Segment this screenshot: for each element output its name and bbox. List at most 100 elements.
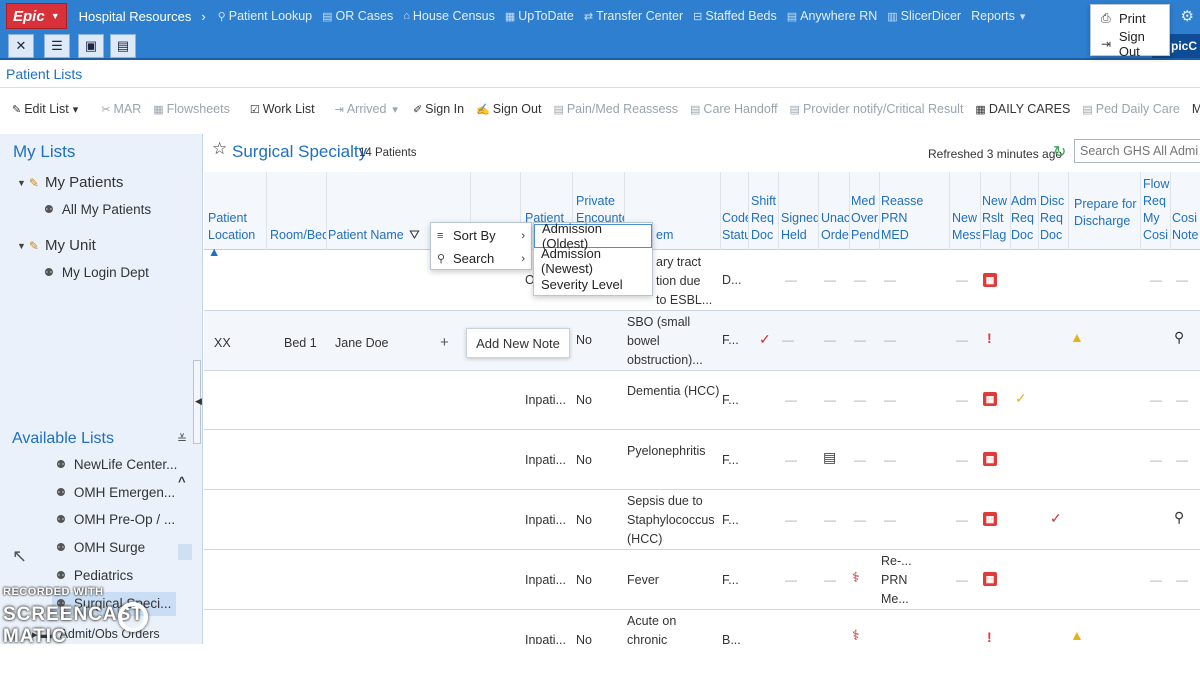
epic-label: Epic [13, 7, 45, 25]
cosign-person-icon[interactable]: ⚲ [1174, 329, 1184, 346]
sidebar-group-my-patients[interactable]: ▼ ✎ My Patients [17, 174, 123, 191]
cell-patient-location: XX [214, 336, 231, 350]
col-prepare-discharge[interactable]: Prepare for Discharge [1074, 196, 1140, 230]
gear-icon[interactable]: ⚙ [1181, 7, 1194, 25]
sort-admission-newest[interactable]: Admission (Newest) [534, 246, 652, 276]
provider-notify-button[interactable]: ▤ Provider notify/Critical Result [790, 102, 964, 116]
more-button[interactable]: More▾ [1192, 102, 1200, 116]
warning-icon[interactable]: ▲ [1070, 627, 1084, 643]
sign-in-button[interactable]: ✐ Sign In [413, 102, 464, 116]
sidebar-item-my-login-dept[interactable]: ⚉ My Login Dept [44, 265, 149, 280]
print-menu-item[interactable]: ⎙ Print [1091, 5, 1169, 31]
nav-patient-lookup[interactable]: ⚲ Patient Lookup [218, 9, 312, 23]
people-icon: ⚉ [44, 204, 54, 216]
result-flag-icon[interactable]: ▦ [983, 452, 997, 466]
nav-transfer-center[interactable]: ⇄ Transfer Center [584, 9, 683, 23]
scrollbar[interactable] [178, 544, 192, 560]
table-row[interactable]: Inpati... No Pyelonephritis F... — ▤ — —… [204, 430, 1200, 490]
add-new-note-button[interactable]: Add New Note [466, 328, 570, 358]
alert-icon[interactable]: ! [987, 330, 992, 346]
chevron-right-icon: › [521, 229, 525, 242]
result-flag-icon[interactable]: ▦ [983, 512, 997, 526]
col-cosign-note[interactable]: Cosi Note [1172, 210, 1200, 244]
sidebar-item-omh-pre-op[interactable]: ⚉ OMH Pre-Op / ... [56, 512, 175, 527]
col-adm-req-doc[interactable]: Adm Req Doc [1011, 193, 1039, 244]
table-row[interactable]: Inpati... No Sepsis due to Staphylococcu… [204, 490, 1200, 550]
collapse-arrow-icon[interactable]: ◀ [195, 396, 202, 407]
epic-menu-button[interactable]: Epic ▼ [6, 3, 67, 29]
col-room-bed[interactable]: Room/Bed [270, 227, 326, 244]
sidebar-group-my-unit[interactable]: ▼ ✎ My Unit [17, 237, 96, 254]
daily-cares-button[interactable]: ▦ DAILY CARES [975, 102, 1070, 116]
col-flow-req-cosign[interactable]: Flow Req My Cosi [1143, 176, 1171, 250]
sort-severity-level[interactable]: Severity Level [534, 272, 652, 296]
empty-dash: — [1150, 273, 1162, 287]
refresh-icon[interactable]: ↻ [1053, 142, 1066, 162]
cosign-person-icon[interactable]: ⚲ [1174, 509, 1184, 526]
col-problem[interactable]: em [656, 227, 716, 244]
col-disc-req-doc[interactable]: Disc Req Doc [1040, 193, 1068, 244]
edit-list-button[interactable]: ✎ Edit List ▾ [12, 102, 81, 116]
search-menu-item[interactable]: ⚲ Search › [431, 247, 531, 270]
schedule-icon[interactable]: ▣ [78, 34, 104, 58]
clipboard-icon[interactable]: ▤ [823, 449, 836, 466]
table-row[interactable]: XX Bed 1 Jane Doe No SBO (small bowel ob… [204, 311, 1200, 371]
col-code-status[interactable]: Code Status [722, 210, 748, 244]
sidebar-item-omh-emergency[interactable]: ⚉ OMH Emergen... [56, 485, 175, 500]
col-med-overdue[interactable]: Med Over Pend [851, 193, 879, 244]
col-shift-req-doc[interactable]: Shift Req Doc [751, 193, 777, 244]
sort-by-menu-item[interactable]: ≡ Sort By › [431, 224, 531, 247]
sidebar-item-pediatrics[interactable]: ⚉ Pediatrics [56, 568, 133, 583]
filter-icon[interactable]: ⛛ [409, 227, 420, 243]
tools-icon[interactable]: ✕ [8, 34, 34, 58]
table-row[interactable]: Inpati... No Fever F... — — ⚕ Re-... PRN… [204, 550, 1200, 610]
col-unack-orders[interactable]: Unack Orders [821, 210, 849, 244]
nav-house-census[interactable]: ⌂ House Census [403, 9, 495, 23]
empty-dash: — [1176, 573, 1188, 587]
medication-overdue-icon[interactable]: ⚕ [852, 569, 860, 586]
col-reassess-prn[interactable]: Reasse PRN MED [881, 193, 923, 244]
double-chevron-down-icon[interactable]: ≚ [177, 432, 187, 446]
breadcrumb-hospital-resources[interactable]: Hospital Resources [79, 9, 192, 24]
nav-staffed-beds[interactable]: ⊟ Staffed Beds [693, 9, 777, 23]
nav-or-cases[interactable]: ▤ OR Cases [322, 9, 393, 23]
warning-icon[interactable]: ▲ [1070, 329, 1084, 345]
result-flag-icon[interactable]: ▦ [983, 392, 997, 406]
star-icon[interactable]: ☆ [212, 139, 227, 159]
sign-out-menu-item[interactable]: ⇥ Sign Out [1091, 29, 1169, 59]
patient-list-icon[interactable]: ☰ [44, 34, 70, 58]
col-new-messages[interactable]: New Mess [952, 210, 980, 244]
nav-reports[interactable]: Reports ▾ [971, 9, 1028, 23]
cell-problem: Acute on chronic systolic [627, 614, 677, 644]
add-note-plus-icon[interactable]: + [440, 334, 449, 351]
mar-button[interactable]: ✂ MAR [101, 102, 141, 116]
nav-slicerdicer[interactable]: ▥ SlicerDicer [887, 9, 961, 23]
alert-icon[interactable]: ! [987, 629, 992, 644]
ped-daily-care-button[interactable]: ▤ Ped Daily Care [1082, 102, 1179, 116]
flowsheets-button[interactable]: ▦ Flowsheets [153, 102, 230, 116]
table-row[interactable]: O ary tract tion due to ESBL... D... — —… [204, 251, 1200, 311]
col-signed-held[interactable]: Signed Held [781, 210, 819, 244]
col-patient-name[interactable]: Patient Name [328, 227, 408, 244]
sort-admission-oldest[interactable]: Admission (Oldest) [534, 221, 652, 251]
patient-search-input[interactable] [1074, 139, 1200, 163]
care-handoff-button[interactable]: ▤ Care Handoff [690, 102, 778, 116]
arrived-button[interactable]: ⇥ Arrived ▾ [335, 102, 401, 116]
nav-uptodate[interactable]: ▦ UpToDate [505, 9, 574, 23]
sidebar-item-omh-surge[interactable]: ⚉ OMH Surge [56, 540, 145, 555]
nav-anywhere-rn[interactable]: ▤ Anywhere RN [787, 9, 878, 23]
sidebar-item-all-my-patients[interactable]: ⚉ All My Patients [44, 202, 151, 217]
table-row[interactable]: Inpati... No Dementia (HCC) F... — — — —… [204, 371, 1200, 430]
col-new-rslt-flag[interactable]: New Rslt Flag [982, 193, 1010, 244]
chevron-up-icon[interactable]: ^ [178, 474, 186, 489]
medication-overdue-icon[interactable]: ⚕ [852, 627, 860, 644]
pain-med-reassess-button[interactable]: ▤ Pain/Med Reassess [553, 102, 678, 116]
result-flag-icon[interactable]: ▦ [983, 273, 997, 287]
report-icon[interactable]: ▤ [110, 34, 136, 58]
result-flag-icon[interactable]: ▦ [983, 572, 997, 586]
work-list-button[interactable]: ☑ Work List [250, 102, 315, 116]
sidebar-item-newlife-center[interactable]: ⚉ NewLife Center... [56, 457, 177, 472]
cell-patient-name[interactable]: Jane Doe [335, 334, 389, 353]
table-row[interactable]: Inpati... No Acute on chronic systolic B… [204, 610, 1200, 644]
sign-out-button[interactable]: ✍ Sign Out [476, 102, 541, 116]
